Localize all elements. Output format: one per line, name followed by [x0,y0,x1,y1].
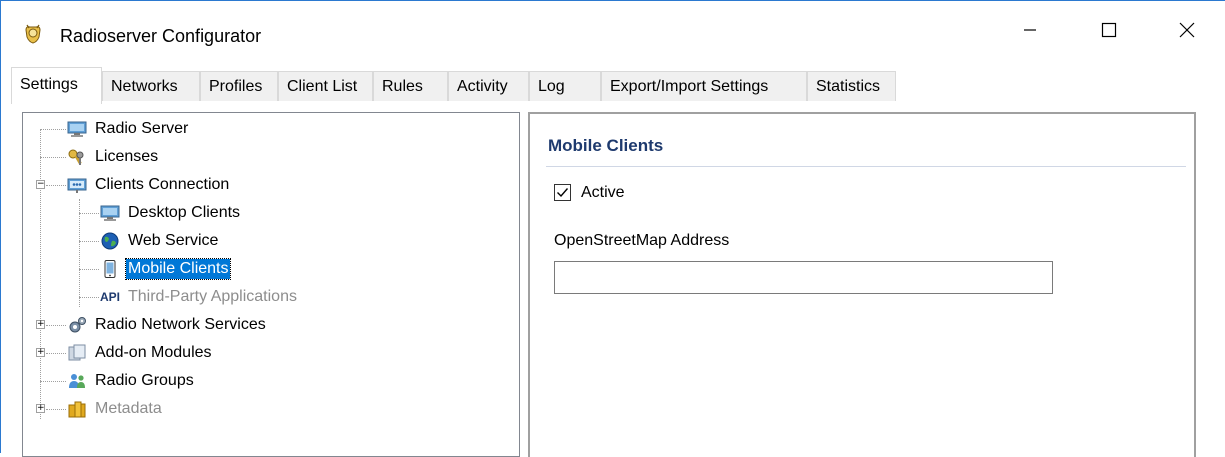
active-checkbox[interactable] [554,184,571,201]
tree-item-licenses[interactable]: Licenses [67,146,160,168]
tree-item-add-on-modules[interactable]: Add-on Modules [67,342,214,364]
tab-log[interactable]: Log [529,71,601,101]
tree-line [40,381,66,382]
users-icon [67,372,87,390]
tree-line [46,325,66,326]
tab-statistics[interactable]: Statistics [807,71,896,101]
tree-item-label: Clients Connection [95,176,230,193]
tree-item-label: Mobile Clients [124,258,232,280]
maximize-icon [1101,22,1117,43]
tab-strip: Settings Networks Profiles Client List R… [1,67,1225,104]
tree-item-metadata[interactable]: Metadata [67,398,164,420]
tree-item-mobile-clients[interactable]: Mobile Clients [100,258,232,280]
tree-item-label: Web Service [128,232,219,249]
panel-divider [546,166,1186,167]
monitor-icon [67,120,87,138]
tree-line [79,297,99,298]
settings-tree[interactable]: − + + + Radio Server Licenses Clients Co… [22,112,520,457]
tree-item-label: Add-on Modules [95,344,212,361]
tree-line [40,129,66,130]
tab-networks[interactable]: Networks [102,71,200,101]
minimize-icon [1023,23,1037,42]
tree-item-radio-server[interactable]: Radio Server [67,118,190,140]
tree-item-clients-connection[interactable]: Clients Connection [67,174,231,196]
checkmark-icon [557,188,569,198]
monitor-icon [100,204,120,222]
collapse-toggle[interactable]: − [36,180,45,189]
tree-item-label: Radio Groups [95,372,194,389]
tab-export-import-settings[interactable]: Export/Import Settings [601,71,807,101]
tree-line [79,199,80,307]
tree-line [46,353,66,354]
tree-item-label: Third-Party Applications [128,288,297,305]
tree-line [46,185,66,186]
tree-item-third-party-applications[interactable]: API Third-Party Applications [100,286,299,308]
active-checkbox-label[interactable]: Active [581,184,625,202]
tree-item-label: Desktop Clients [128,204,241,221]
tree-line [79,213,99,214]
database-icon [67,400,87,418]
tab-profiles[interactable]: Profiles [200,71,278,101]
mobile-icon [100,260,120,278]
app-logo-icon [23,24,43,44]
tree-line [79,269,99,270]
tree-item-label: Licenses [95,148,159,165]
settings-content: − + + + Radio Server Licenses Clients Co… [1,102,1225,457]
osm-address-label: OpenStreetMap Address [554,232,730,249]
settings-panel: Mobile Clients Active OpenStreetMap Addr… [528,112,1196,457]
osm-address-input[interactable] [554,261,1053,294]
tree-item-label: Radio Server [95,120,189,137]
close-icon [1179,22,1195,43]
app-window: Radioserver Configurator Settings Networ… [0,0,1225,457]
keys-icon [67,148,87,166]
window-title: Radioserver Configurator [60,26,262,46]
api-icon: API [100,290,121,304]
modules-icon [67,344,87,362]
title-bar: Radioserver Configurator [1,1,1225,63]
network-icon [67,176,87,194]
panel-title: Mobile Clients [548,136,664,155]
minimize-button[interactable] [990,1,1069,63]
maximize-button[interactable] [1069,1,1148,63]
tree-item-label: Metadata [95,400,162,417]
tree-line [40,157,66,158]
tree-line [79,241,99,242]
tab-client-list[interactable]: Client List [278,71,373,101]
expand-toggle[interactable]: + [36,348,45,357]
tree-item-radio-groups[interactable]: Radio Groups [67,370,196,392]
expand-toggle[interactable]: + [36,320,45,329]
gear-icon [67,316,87,334]
tree-item-radio-network-services[interactable]: Radio Network Services [67,314,268,336]
tree-item-desktop-clients[interactable]: Desktop Clients [100,202,242,224]
tree-line [40,129,41,419]
tab-settings[interactable]: Settings [11,67,102,104]
expand-toggle[interactable]: + [36,404,45,413]
tree-item-web-service[interactable]: Web Service [100,230,220,252]
tab-rules[interactable]: Rules [373,71,448,101]
globe-icon [100,232,120,250]
tree-item-label: Radio Network Services [95,316,266,333]
tree-line [46,409,66,410]
tab-activity[interactable]: Activity [448,71,529,101]
close-button[interactable] [1147,1,1225,63]
